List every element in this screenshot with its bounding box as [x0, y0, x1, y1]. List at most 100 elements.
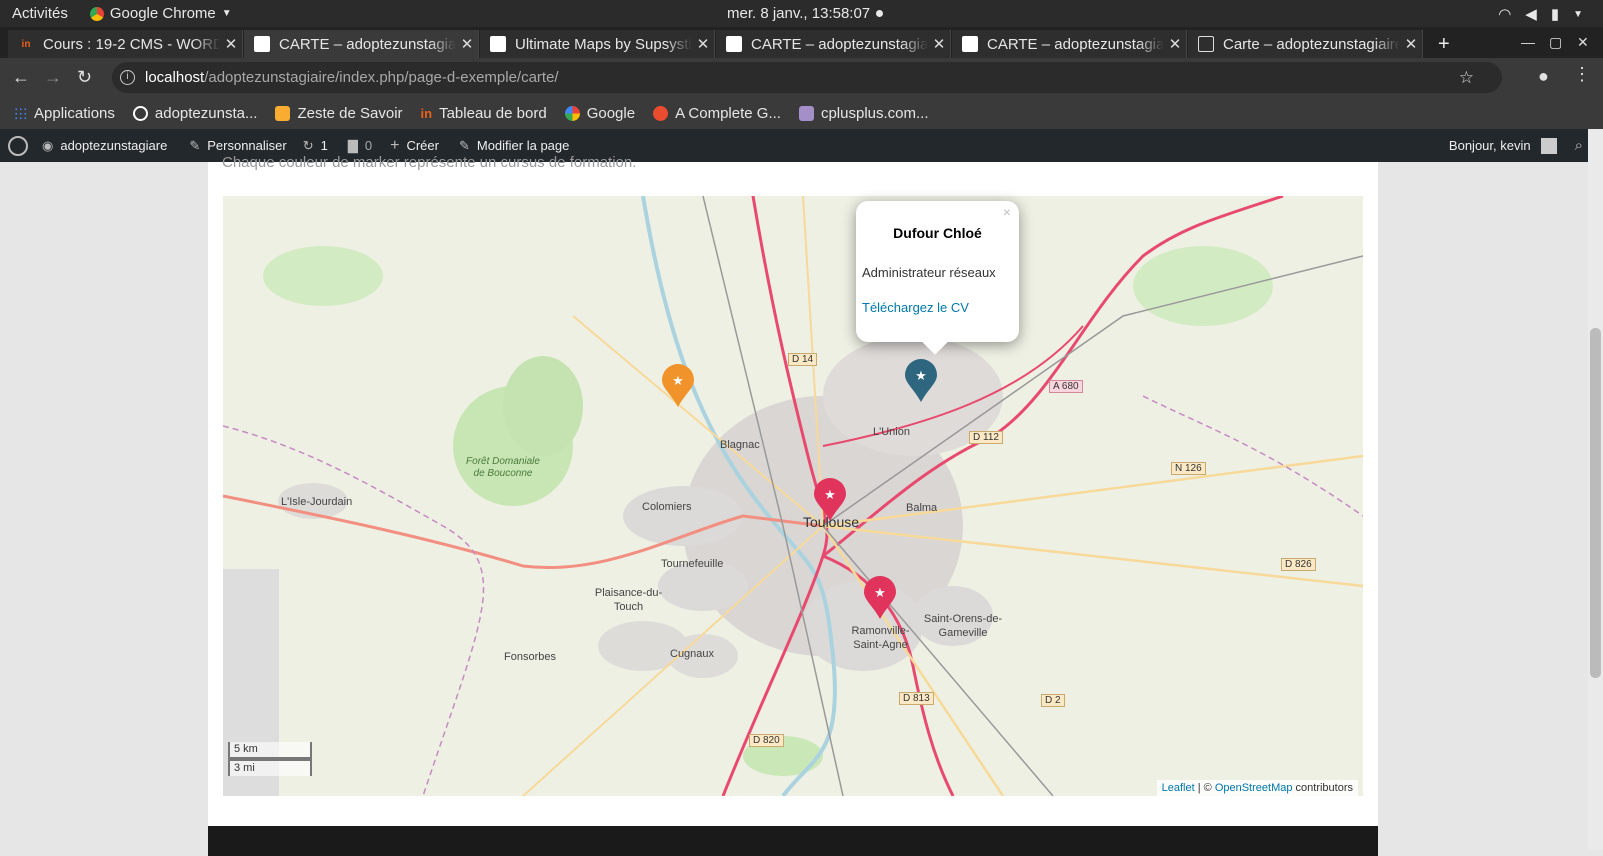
scrollbar-thumb[interactable]	[1590, 328, 1601, 678]
road-shield: D 820	[749, 734, 784, 747]
site-footer	[208, 826, 1378, 856]
site-name-label: adoptezunstagiare	[60, 138, 168, 153]
wordpress-icon	[132, 105, 148, 121]
svg-text:★: ★	[824, 487, 836, 502]
site-name[interactable]: ◉ adoptezunstagiare	[42, 138, 167, 154]
tab-title: Cours : 19-2 CMS - WORDPRESS	[43, 35, 220, 53]
road-shield: D 2	[1041, 694, 1065, 707]
app-name: Google Chrome	[109, 5, 216, 22]
account-greeting[interactable]: Bonjour, kevin	[1449, 138, 1531, 153]
avatar[interactable]	[1540, 137, 1557, 154]
leaflet-link[interactable]: Leaflet	[1162, 782, 1195, 794]
page-content: Chaque couleur de marker représente un c…	[208, 154, 1378, 830]
tab-title: Carte – adoptezunstagiaire	[1223, 35, 1400, 53]
bookmark-label: Zeste de Savoir	[297, 104, 403, 122]
address-bar[interactable]: i localhost/adoptezunstagiaire/index.php…	[112, 62, 1502, 93]
info-icon[interactable]: i	[120, 70, 135, 85]
menu-icon[interactable]: ⋮	[1573, 64, 1591, 85]
maximize-icon[interactable]: ▢	[1549, 34, 1562, 51]
toolbar: ← → ↻ i localhost/adoptezunstagiaire/ind…	[0, 58, 1603, 97]
popup-role: Administrateur réseaux	[862, 265, 996, 280]
close-icon[interactable]: ✕	[456, 35, 478, 53]
bookmark-item[interactable]: cplusplus.com...	[798, 105, 929, 122]
attribution-separator: | ©	[1194, 782, 1215, 794]
teal-marker[interactable]: ★	[904, 359, 938, 403]
comments-link[interactable]: ▇ 0	[348, 138, 372, 154]
orange-marker[interactable]: ★	[661, 364, 695, 408]
bookmark-label: Tableau de bord	[439, 104, 547, 122]
minimize-icon[interactable]: —	[1521, 34, 1535, 50]
forward-icon[interactable]: →	[44, 67, 62, 88]
comments-count: 0	[364, 138, 373, 153]
close-icon[interactable]: ✕	[692, 35, 714, 53]
new-content-link[interactable]: + Créer	[390, 137, 439, 155]
tab-strip: inCours : 19-2 CMS - WORDPRESS✕ CARTE – …	[0, 27, 1603, 58]
tab[interactable]: CARTE – adoptezunstagiaire ✕	[952, 30, 1187, 58]
account-icon[interactable]: ●	[1538, 66, 1549, 87]
chrome-icon	[89, 6, 104, 21]
close-icon[interactable]: ✕	[1164, 35, 1186, 53]
road-shield: D 826	[1281, 558, 1316, 571]
bookmark-item[interactable]: adoptezunsta...	[132, 104, 258, 122]
tab[interactable]: in Cours : 19-2 CMS - WORDPRESS✕	[8, 30, 243, 58]
close-icon[interactable]: ✕	[928, 35, 950, 53]
system-tray[interactable]: ◠ ◀ ▮ ▼	[1498, 5, 1583, 23]
bookmark-item[interactable]: Zeste de Savoir	[275, 104, 403, 122]
google-icon	[564, 105, 580, 121]
reload-icon[interactable]: ↻	[77, 67, 92, 88]
updates-icon: ↻	[302, 137, 314, 153]
search-icon[interactable]: ⌕	[1575, 137, 1583, 154]
road-shield: A 680	[1049, 380, 1083, 393]
map-place-label: Fonsorbes	[504, 651, 556, 663]
guide-icon	[653, 105, 669, 121]
map-place-label: Tournefeuille	[661, 558, 724, 570]
close-icon[interactable]: ✕	[220, 35, 242, 53]
bookmark-item[interactable]: A Complete G...	[653, 105, 781, 122]
tab-title: CARTE – adoptezunstagiaire	[279, 35, 456, 53]
marker-popup: × Dufour Chloé Administrateur réseaux Té…	[856, 201, 1019, 355]
red-marker-toulouse[interactable]: ★	[813, 478, 847, 522]
plus-icon: +	[390, 136, 400, 154]
new-tab-icon[interactable]: +	[1438, 33, 1450, 56]
attribution-suffix: contributors	[1292, 782, 1353, 794]
chevron-down-icon: ▼	[1573, 8, 1583, 20]
road-shield: D 112	[969, 431, 1003, 444]
tab-active[interactable]: CARTE – adoptezunstagiaire ✕	[244, 30, 479, 58]
edit-page-link[interactable]: ✎ Modifier la page	[459, 138, 569, 154]
clock[interactable]: mer. 8 janv., 13:58:07	[727, 5, 884, 22]
road-shield: D 14	[788, 353, 818, 366]
back-icon[interactable]: ←	[12, 67, 30, 88]
activities-button[interactable]: Activités	[12, 5, 68, 22]
tab-favicon-icon	[962, 36, 978, 52]
road-shield: D 813	[899, 692, 934, 705]
updates-link[interactable]: ↻ 1	[303, 138, 328, 154]
tab-favicon-icon: in	[21, 38, 31, 50]
tab[interactable]: Ultimate Maps by Supsystic ✕	[480, 30, 715, 58]
close-icon[interactable]: ×	[1003, 204, 1011, 220]
bookmark-item[interactable]: Google	[564, 105, 635, 122]
new-label: Créer	[406, 138, 439, 153]
customize-link[interactable]: ✎ Personnaliser	[189, 138, 286, 154]
road-shield: N 126	[1171, 462, 1206, 475]
osm-link[interactable]: OpenStreetMap	[1215, 782, 1293, 794]
red-marker-ramonville[interactable]: ★	[863, 576, 897, 620]
map-attribution: Leaflet | © OpenStreetMap contributors	[1156, 780, 1358, 796]
close-window-icon[interactable]: ✕	[1577, 34, 1589, 51]
star-icon[interactable]: ☆	[1459, 68, 1474, 88]
leaflet-map[interactable]: Toulouse Blagnac Colomiers Tournefeuille…	[223, 196, 1363, 796]
bookmark-item[interactable]: in Tableau de bord	[421, 105, 547, 122]
app-menu[interactable]: Google Chrome ▼	[89, 5, 232, 22]
close-icon[interactable]: ✕	[1400, 35, 1422, 53]
intro-text: Chaque couleur de marker représente un c…	[222, 154, 637, 171]
bookmark-item[interactable]: Applications	[14, 105, 115, 122]
openclassrooms-icon: in	[420, 105, 433, 121]
wp-logo-icon[interactable]	[8, 135, 28, 156]
bookmark-label: adoptezunsta...	[154, 104, 258, 122]
volume-icon: ◀	[1525, 6, 1537, 23]
tab[interactable]: Carte – adoptezunstagiaire ✕	[1188, 30, 1423, 58]
tab[interactable]: CARTE – adoptezunstagiaire ✕	[716, 30, 951, 58]
download-cv-link[interactable]: Téléchargez le CV	[862, 300, 969, 315]
cplusplus-icon	[798, 105, 814, 121]
tab-favicon-icon	[490, 36, 506, 52]
map-place-label: L'Union	[873, 426, 910, 438]
